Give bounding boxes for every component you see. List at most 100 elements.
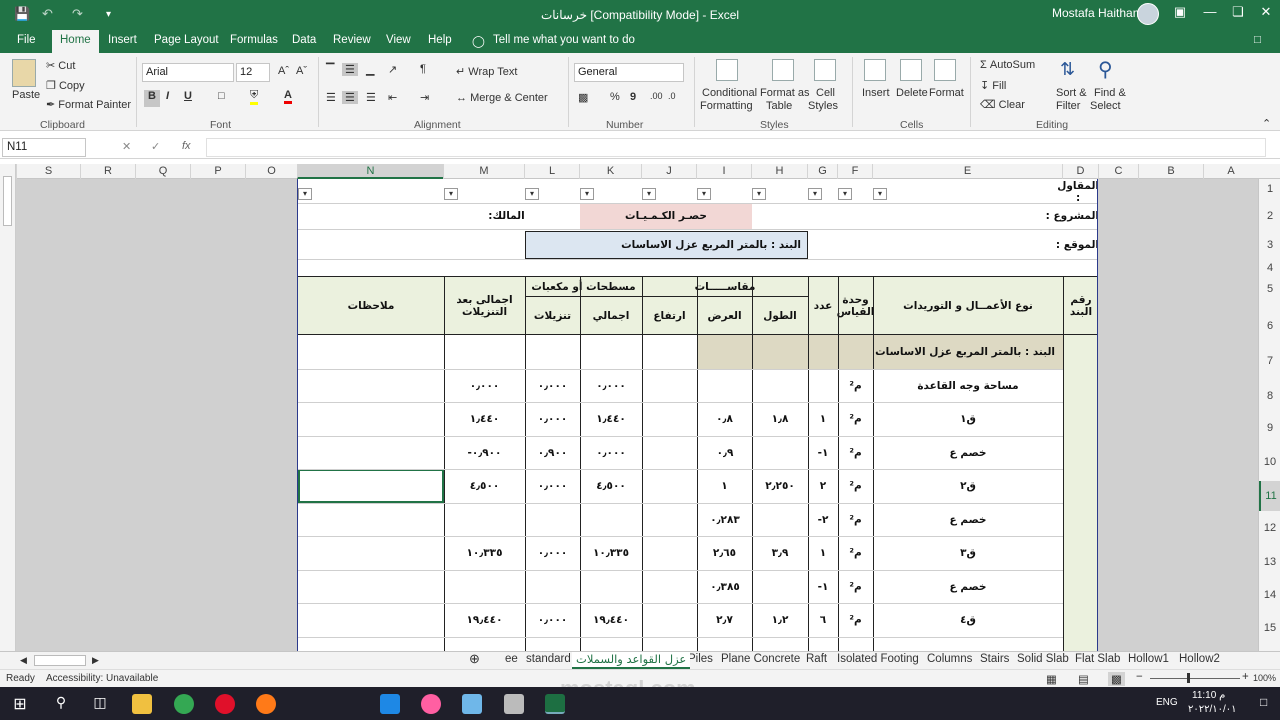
row-total[interactable] [580, 570, 642, 604]
tell-me-search[interactable]: Tell me what you want to do [493, 34, 635, 46]
column-header[interactable]: D [1062, 164, 1098, 179]
italic-button[interactable]: I [166, 90, 169, 102]
firefox-icon[interactable] [256, 694, 276, 714]
row-deductions[interactable]: ٠٫٠٠٠ [525, 603, 580, 637]
row-unit[interactable]: م² [838, 469, 873, 503]
autosum-button[interactable]: Σ AutoSum [980, 59, 1035, 71]
column-header[interactable]: Q [135, 164, 190, 179]
column-header[interactable]: K [579, 164, 641, 179]
clock-time[interactable]: 11:10 م [1192, 690, 1225, 701]
row-count[interactable]: ٢ [808, 469, 838, 503]
row-deductions[interactable] [525, 503, 580, 537]
filter-dropdown-icon[interactable]: ▾ [525, 188, 539, 200]
row-deductions[interactable]: ٠٫٠٠٠ [525, 402, 580, 436]
decrease-font-icon[interactable]: Aˇ [296, 65, 307, 77]
row-header-selected[interactable]: 11 [1259, 481, 1280, 511]
column-header[interactable]: O [245, 164, 297, 179]
underline-button[interactable]: U [184, 90, 192, 102]
row-net[interactable] [444, 570, 525, 604]
sheet-grid[interactable]: ▾ ▾ ▾ ▾ ▾ ▾ ▾ ▾ ▾ ▾ المقاول : المشروع : … [297, 179, 1098, 651]
column-header[interactable]: P [190, 164, 245, 179]
app-icon[interactable] [462, 694, 482, 714]
row-length[interactable]: ١٫٢ [752, 603, 808, 637]
merge-center-button[interactable]: ↔ Merge & Center [456, 92, 548, 104]
file-explorer-icon[interactable] [132, 694, 152, 714]
row-length[interactable]: ١٫٨ [752, 402, 808, 436]
wrap-text-button[interactable]: ↵ Wrap Text [456, 65, 517, 78]
align-left-icon[interactable]: ☰ [326, 91, 336, 104]
fill-button[interactable]: ↧ Fill [980, 79, 1006, 92]
cell-styles-icon[interactable] [814, 59, 836, 81]
tab-review[interactable]: Review [333, 34, 371, 46]
row-total[interactable]: ١٫٤٤٠ [580, 402, 642, 436]
row-total[interactable]: ١٠٫٣٣٥ [580, 536, 642, 570]
column-header[interactable]: J [641, 164, 696, 179]
bold-button[interactable]: B [144, 90, 160, 107]
row-net[interactable] [444, 503, 525, 537]
row-height[interactable] [642, 603, 697, 637]
row-height[interactable] [642, 369, 697, 403]
column-header[interactable]: R [80, 164, 135, 179]
row-width[interactable]: ٠٫٨ [697, 402, 752, 436]
filter-dropdown-icon[interactable]: ▾ [697, 188, 711, 200]
next-sheet-icon[interactable]: ▶ [92, 655, 99, 666]
row-unit[interactable]: م² [838, 436, 873, 470]
selected-cell[interactable] [298, 469, 444, 503]
zoom-out-button[interactable]: − [1136, 671, 1143, 683]
row-total[interactable] [580, 503, 642, 537]
new-sheet-button[interactable]: ⊕ [469, 651, 480, 667]
row-length[interactable]: ٢٫٢٥٠ [752, 469, 808, 503]
font-color-icon[interactable]: A [284, 89, 292, 104]
cancel-icon[interactable]: ✕ [122, 140, 131, 153]
filter-dropdown-icon[interactable]: ▾ [752, 188, 766, 200]
number-format-select[interactable]: General [574, 63, 684, 82]
filter-dropdown-icon[interactable]: ▾ [838, 188, 852, 200]
filter-dropdown-icon[interactable]: ▾ [873, 188, 887, 200]
column-header[interactable]: M [443, 164, 524, 179]
row-width[interactable]: ١ [697, 469, 752, 503]
accounting-format-icon[interactable]: ▩ [578, 91, 588, 104]
format-cells-button[interactable]: Format [929, 87, 964, 99]
notifications-icon[interactable]: □ [1260, 695, 1267, 709]
sheet-tab[interactable]: Hollow1 [1128, 653, 1169, 665]
column-header[interactable]: S [16, 164, 80, 179]
row-deductions[interactable]: ٠٫٩٠٠ [525, 436, 580, 470]
row-count[interactable]: ١ [808, 402, 838, 436]
row-height[interactable] [642, 402, 697, 436]
column-header[interactable]: H [751, 164, 807, 179]
tab-formulas[interactable]: Formulas [230, 34, 278, 46]
increase-indent-icon[interactable]: ⇥ [420, 91, 429, 104]
filter-dropdown-icon[interactable]: ▾ [298, 188, 312, 200]
row-unit[interactable]: م² [838, 402, 873, 436]
row-description[interactable]: خصم ع [873, 436, 1063, 470]
collapse-ribbon-icon[interactable]: ⌃ [1262, 117, 1271, 130]
row-total[interactable]: ١٩٫٤٤٠ [580, 603, 642, 637]
name-box[interactable]: N11 [2, 138, 86, 157]
row-header[interactable]: 5 [1259, 283, 1280, 295]
row-unit[interactable]: م² [838, 369, 873, 403]
font-size-select[interactable]: 12 [236, 63, 270, 82]
row-unit[interactable]: م² [838, 536, 873, 570]
sheet-tab[interactable]: Isolated Footing [837, 653, 919, 665]
column-header[interactable]: A [1203, 164, 1258, 179]
orientation-icon[interactable]: ↗ [388, 63, 397, 76]
row-description[interactable]: خصم ع [873, 570, 1063, 604]
fill-color-icon[interactable]: ⛨ [250, 89, 259, 105]
column-header[interactable]: C [1098, 164, 1138, 179]
column-header[interactable]: E [872, 164, 1062, 179]
ribbon-display-options-icon[interactable]: ▣ [1168, 4, 1192, 20]
insert-function-icon[interactable]: fx [182, 140, 191, 152]
row-header[interactable]: 9 [1259, 422, 1280, 434]
row-net[interactable]: ٠٫٠٠٠ [444, 369, 525, 403]
tab-page-layout[interactable]: Page Layout [154, 34, 219, 46]
enter-icon[interactable]: ✓ [151, 140, 160, 153]
row-width[interactable] [697, 369, 752, 403]
sort-filter-button[interactable]: Sort & [1056, 87, 1087, 99]
row-merged-dimension[interactable]: ٠٫٩ [642, 436, 808, 470]
filter-dropdown-icon[interactable]: ▾ [580, 188, 594, 200]
chrome-icon[interactable] [174, 694, 194, 714]
comments-icon[interactable]: □ [1254, 34, 1261, 46]
tab-file[interactable]: File [17, 34, 36, 46]
horizontal-scroll-thumb[interactable] [34, 655, 86, 666]
row-description[interactable]: ق٣ [873, 536, 1063, 570]
